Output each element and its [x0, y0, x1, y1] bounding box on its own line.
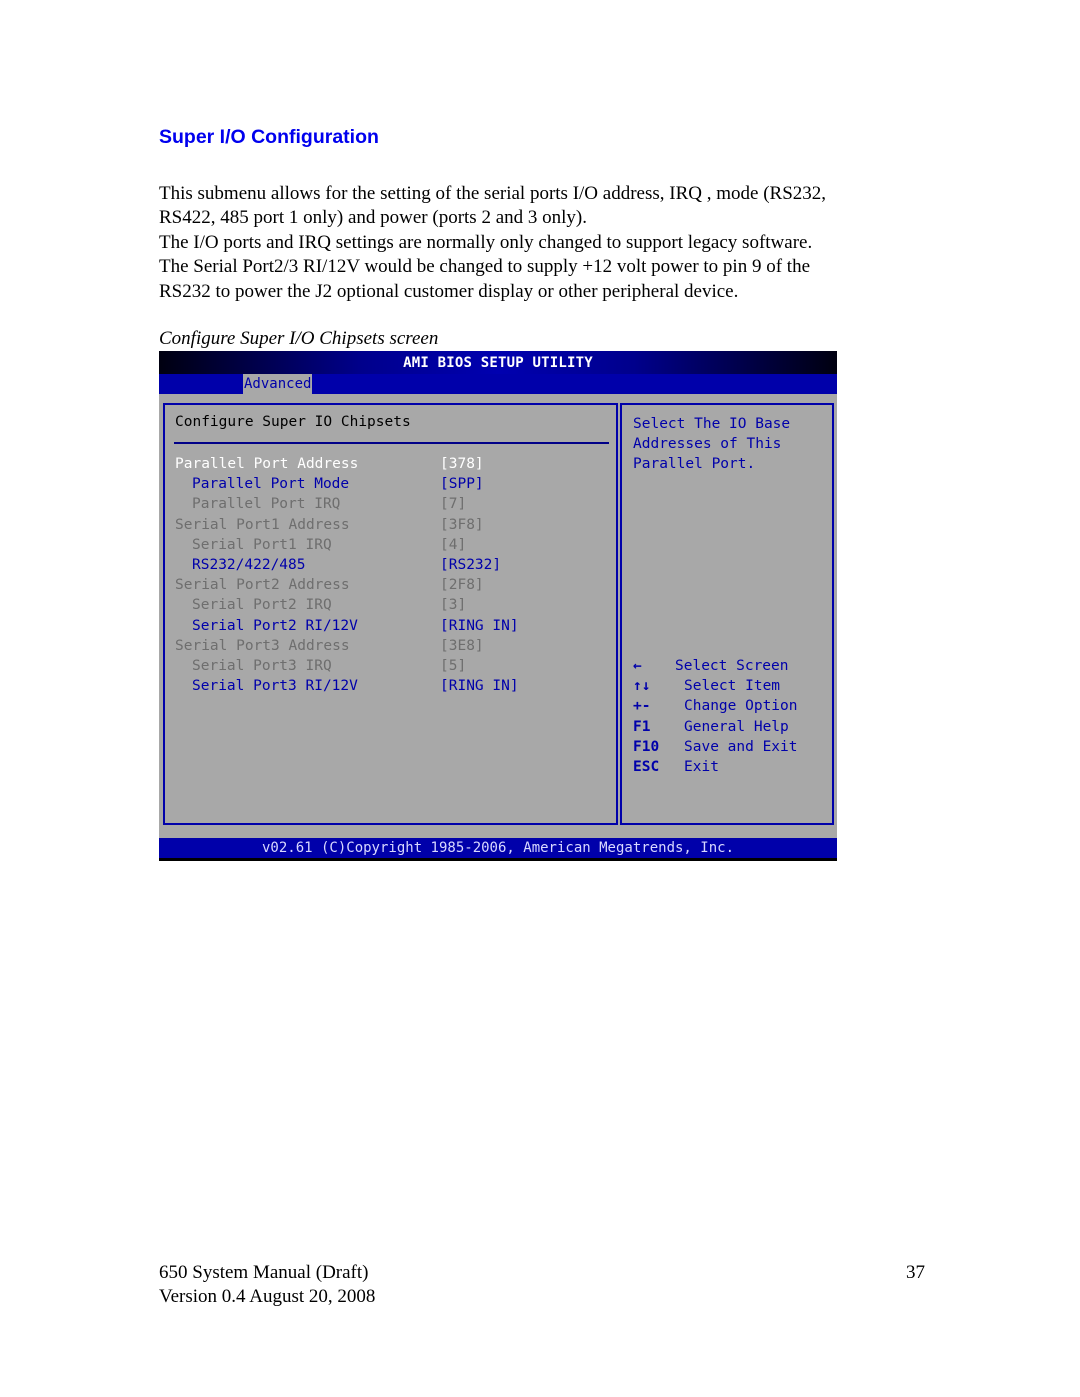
setting-row: Serial Port2 IRQ [3] — [159, 595, 614, 615]
section-title: Super I/O Configuration — [159, 126, 379, 148]
key-row-save-exit: F10 Save and Exit — [633, 737, 833, 757]
item-help-text: Select The IO Base Addresses of This Par… — [633, 414, 790, 475]
heading-divider — [174, 442, 609, 444]
setting-value: [3] — [440, 597, 467, 614]
setting-value: [3F8] — [440, 516, 484, 533]
setting-label: Serial Port3 IRQ — [192, 658, 332, 674]
manual-version: Version 0.4 August 20, 2008 — [159, 1286, 376, 1308]
bios-bottom-edge — [159, 858, 837, 861]
setting-value: [4] — [440, 536, 467, 553]
f10-key: F10 — [633, 738, 660, 755]
setting-value[interactable]: [RING IN] — [440, 676, 519, 696]
key-description: Save and Exit — [684, 738, 798, 755]
tab-advanced[interactable]: Advanced — [243, 374, 313, 394]
setting-label: Serial Port2 IRQ — [192, 597, 332, 614]
bios-screenshot: AMI BIOS SETUP UTILITY Advanced Configur… — [159, 351, 837, 861]
figure-caption: Configure Super I/O Chipsets screen — [159, 328, 439, 349]
setting-label: Parallel Port IRQ — [192, 496, 341, 513]
paragraph-line: RS232 to power the J2 optional customer … — [159, 280, 739, 302]
page-footer: 650 System Manual (Draft) Version 0.4 Au… — [159, 1261, 375, 1310]
setting-row[interactable]: Serial Port2 RI/12V [RING IN] — [159, 616, 614, 636]
setting-label: RS232/422/485 — [192, 557, 306, 573]
left-arrow-key-icon: ← — [633, 658, 642, 674]
page-number: 37 — [906, 1262, 925, 1283]
key-row-select-screen: ← Select Screen — [633, 656, 833, 676]
setting-value[interactable]: [RING IN] — [440, 616, 519, 636]
plus-minus-key: +- — [633, 698, 651, 715]
setting-label: Serial Port3 Address — [175, 637, 350, 654]
setting-label: Serial Port3 RI/12V — [192, 678, 358, 695]
key-row-select-item: ↑↓ Select Item — [633, 676, 833, 696]
paragraph-line: This submenu allows for the setting of t… — [159, 183, 827, 204]
setting-label: Parallel Port Mode — [192, 476, 350, 493]
setting-row[interactable]: Parallel Port Mode [SPP] — [159, 474, 614, 494]
setting-row: Serial Port3 Address [3E8] — [159, 636, 614, 656]
key-description: Exit — [684, 758, 719, 775]
setting-row: Serial Port3 IRQ [5] — [159, 656, 614, 676]
paragraph-line: The I/O ports and IRQ settings are norma… — [159, 231, 813, 253]
setting-label: Parallel Port Address — [175, 456, 359, 472]
setting-row[interactable]: RS232/422/485 [RS232] — [159, 555, 614, 575]
setting-row[interactable]: Serial Port3 RI/12V [RING IN] — [159, 676, 614, 696]
help-line: Addresses of This — [633, 436, 782, 453]
setting-value: [7] — [440, 496, 467, 513]
bios-title-bar: AMI BIOS SETUP UTILITY — [159, 351, 837, 374]
bios-copyright-bar: v02.61 (C)Copyright 1985-2006, American … — [159, 838, 837, 858]
paragraph-line: RS422, 485 port 1 only) and power (ports… — [159, 207, 587, 229]
esc-key: ESC — [633, 758, 660, 775]
paragraph-line: The Serial Port2/3 RI/12V would be chang… — [159, 256, 811, 278]
setting-value: [2F8] — [440, 577, 484, 594]
key-description: General Help — [684, 718, 789, 735]
key-description: Change Option — [684, 698, 798, 715]
setting-value: [5] — [440, 658, 467, 674]
setting-label: Serial Port2 Address — [175, 577, 350, 594]
up-down-arrow-key-icon: ↑↓ — [633, 678, 651, 695]
f1-key: F1 — [633, 718, 651, 735]
setting-row: Serial Port1 IRQ [4] — [159, 535, 614, 555]
key-row-general-help: F1 General Help — [633, 717, 833, 737]
manual-title: 650 System Manual (Draft) — [159, 1262, 369, 1283]
setting-value[interactable]: [RS232] — [440, 555, 501, 575]
description-paragraph: This submenu allows for the setting of t… — [159, 182, 919, 304]
setting-label: Serial Port2 RI/12V — [192, 617, 358, 634]
key-description: Select Item — [684, 678, 781, 695]
setting-row[interactable]: Parallel Port Address [378] — [159, 454, 614, 474]
key-row-change-option: +- Change Option — [633, 696, 833, 716]
panel-heading: Configure Super IO Chipsets — [175, 414, 411, 430]
setting-label: Serial Port1 Address — [175, 516, 350, 533]
key-description: Select Screen — [675, 658, 789, 674]
setting-value[interactable]: [SPP] — [440, 474, 484, 494]
key-legend: ← Select Screen ↑↓ Select Item +- Change… — [633, 656, 833, 777]
help-line: Parallel Port. — [633, 456, 756, 473]
setting-row: Parallel Port IRQ [7] — [159, 494, 614, 514]
help-line: Select The IO Base — [633, 416, 791, 432]
setting-row: Serial Port1 Address [3F8] — [159, 515, 614, 535]
key-row-exit: ESC Exit — [633, 757, 833, 777]
setting-value[interactable]: [378] — [440, 454, 484, 474]
setting-row: Serial Port2 Address [2F8] — [159, 575, 614, 595]
setting-label: Serial Port1 IRQ — [192, 536, 332, 553]
setting-value: [3E8] — [440, 637, 484, 654]
